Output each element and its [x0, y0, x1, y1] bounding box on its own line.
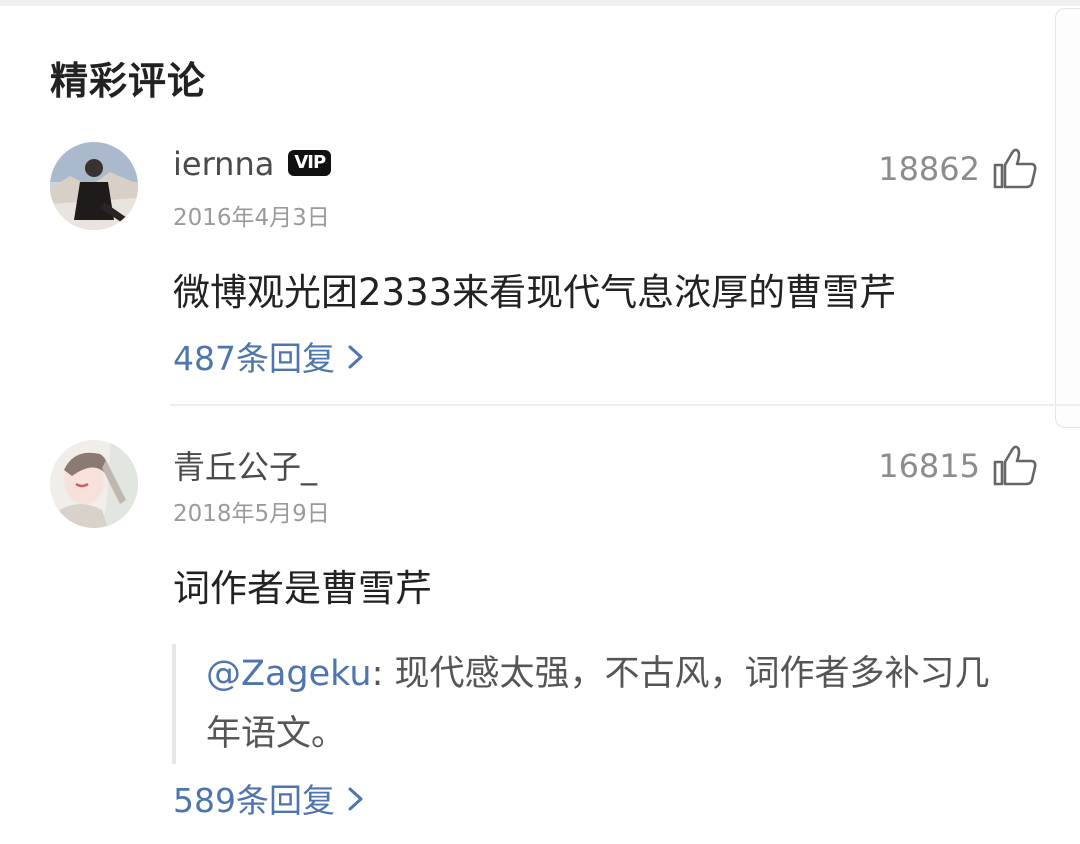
quoted-reply: @Zageku: 现代感太强，不古风，词作者多补习几 年语文。: [172, 644, 1080, 764]
username[interactable]: 青丘公子_: [173, 442, 317, 488]
chevron-right-icon: [347, 339, 365, 378]
avatar[interactable]: [50, 142, 138, 230]
section-title: 精彩评论: [50, 59, 207, 103]
side-panel-edge: [1055, 8, 1080, 428]
quote-line: @Zageku: 现代感太强，不古风，词作者多补习几: [206, 644, 1080, 704]
avatar[interactable]: [50, 440, 138, 528]
comment-text: 微博观光团2333来看现代气息浓厚的曹雪芹: [173, 271, 897, 314]
replies-link[interactable]: 487条回复: [173, 332, 365, 380]
comment-divider: [170, 404, 1080, 406]
top-bar: [0, 0, 1080, 6]
quote-line: 年语文。: [206, 714, 347, 754]
mention-link[interactable]: @Zageku: [206, 654, 372, 694]
thumbs-up-icon[interactable]: [990, 143, 1040, 193]
chevron-right-icon: [347, 781, 365, 820]
username-text[interactable]: iernna: [173, 145, 274, 183]
like-count: 16815: [878, 447, 980, 485]
comment-date: 2016年4月3日: [173, 205, 330, 231]
quote-text: : 现代感太强，不古风，词作者多补习几: [371, 654, 990, 694]
like-count: 18862: [878, 150, 980, 188]
comment-date: 2018年5月9日: [173, 501, 330, 527]
thumbs-up-icon[interactable]: [990, 440, 1040, 490]
replies-label[interactable]: 589条回复: [173, 781, 335, 820]
username[interactable]: iernna VIP: [173, 145, 332, 183]
replies-link[interactable]: 589条回复: [173, 774, 365, 822]
vip-badge: VIP: [288, 150, 332, 176]
replies-label[interactable]: 487条回复: [173, 339, 335, 378]
comment-text: 词作者是曹雪芹: [173, 567, 432, 610]
